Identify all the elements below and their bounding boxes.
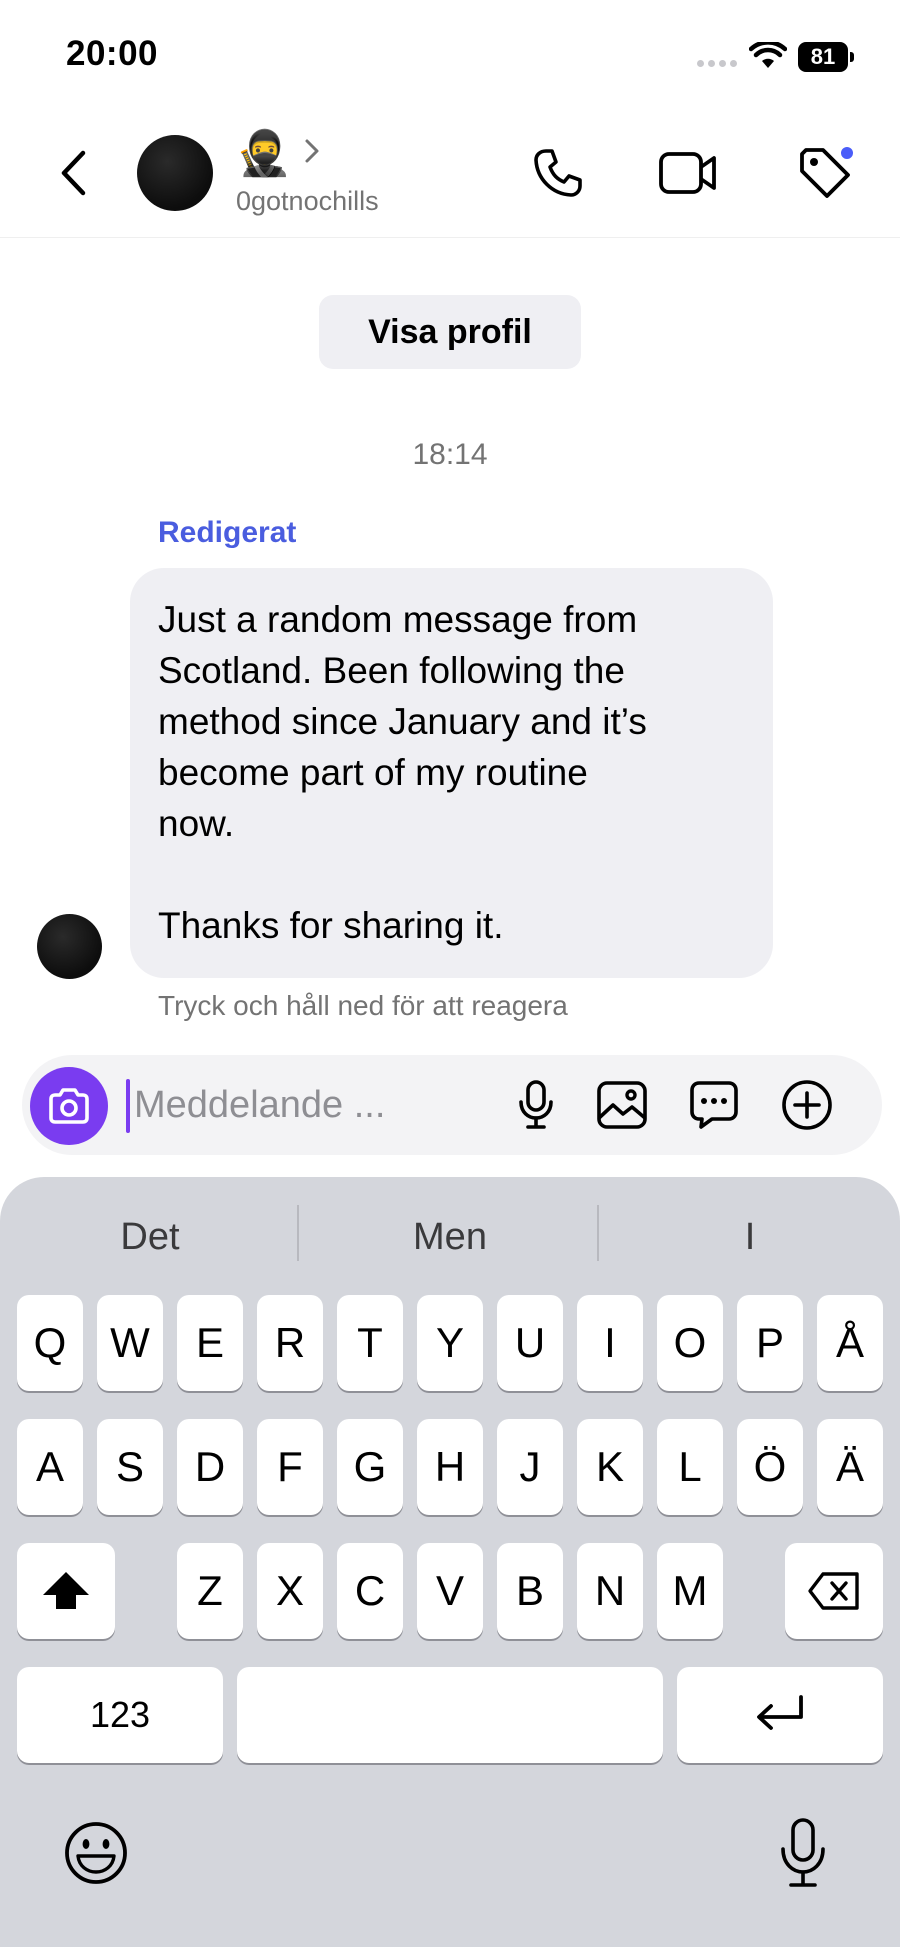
space-key[interactable] xyxy=(237,1667,663,1763)
image-icon xyxy=(597,1081,647,1129)
sticker-button[interactable] xyxy=(686,1077,742,1133)
key-q[interactable]: Q xyxy=(17,1295,83,1391)
key-i[interactable]: I xyxy=(577,1295,643,1391)
status-time: 20:00 xyxy=(66,34,159,73)
key-n[interactable]: N xyxy=(577,1543,643,1639)
microphone-icon xyxy=(519,1080,553,1129)
key-ae[interactable]: Ä xyxy=(817,1419,883,1515)
key-s[interactable]: S xyxy=(97,1419,163,1515)
key-aa[interactable]: Å xyxy=(817,1295,883,1391)
key-y[interactable]: Y xyxy=(417,1295,483,1391)
username-emoji[interactable]: 🥷 xyxy=(236,130,291,178)
key-e[interactable]: E xyxy=(177,1295,243,1391)
backspace-key[interactable] xyxy=(785,1543,883,1639)
return-icon xyxy=(757,1695,803,1730)
suggestion-2[interactable]: Men xyxy=(360,1207,540,1267)
key-v[interactable]: V xyxy=(417,1543,483,1639)
voice-message-button[interactable] xyxy=(508,1077,564,1133)
backspace-icon xyxy=(808,1572,859,1610)
key-m[interactable]: M xyxy=(657,1543,723,1639)
return-key[interactable] xyxy=(677,1667,883,1763)
key-g[interactable]: G xyxy=(337,1419,403,1515)
edited-label[interactable]: Redigerat xyxy=(158,516,296,550)
message-input[interactable] xyxy=(134,1073,434,1137)
sender-avatar[interactable] xyxy=(37,914,102,979)
react-hint: Tryck och håll ned för att reagera xyxy=(158,990,568,1021)
message-text: Just a random message from Scotland. Bee… xyxy=(158,599,647,946)
username[interactable]: 0gotnochills xyxy=(236,186,379,217)
key-t[interactable]: T xyxy=(337,1295,403,1391)
video-camera-icon xyxy=(659,152,716,194)
gallery-button[interactable] xyxy=(594,1077,650,1133)
suggestion-1[interactable]: Det xyxy=(60,1207,240,1267)
text-cursor xyxy=(126,1079,130,1133)
key-l[interactable]: L xyxy=(657,1419,723,1515)
message-composer xyxy=(22,1055,882,1155)
message-timestamp: 18:14 xyxy=(412,438,488,471)
suggestion-3[interactable]: I xyxy=(660,1207,840,1267)
key-w[interactable]: W xyxy=(97,1295,163,1391)
phone-icon xyxy=(534,149,582,197)
camera-icon xyxy=(49,1088,89,1124)
more-options-button[interactable] xyxy=(779,1077,835,1133)
audio-call-button[interactable] xyxy=(528,140,588,206)
chevron-left-icon xyxy=(61,150,86,196)
back-button[interactable] xyxy=(48,138,98,208)
shift-icon xyxy=(43,1572,89,1609)
key-f[interactable]: F xyxy=(257,1419,323,1515)
key-p[interactable]: P xyxy=(737,1295,803,1391)
key-oe[interactable]: Ö xyxy=(737,1419,803,1515)
emoji-key[interactable] xyxy=(60,1817,132,1889)
chevron-right-icon[interactable] xyxy=(302,136,322,166)
chat-header: 🥷 0gotnochills xyxy=(0,110,900,238)
key-b[interactable]: B xyxy=(497,1543,563,1639)
key-x[interactable]: X xyxy=(257,1543,323,1639)
status-bar: 20:00 81 xyxy=(0,0,900,110)
key-z[interactable]: Z xyxy=(177,1543,243,1639)
avatar[interactable] xyxy=(137,135,213,211)
microphone-icon xyxy=(781,1818,825,1887)
emoji-icon xyxy=(65,1822,127,1884)
shift-key[interactable] xyxy=(17,1543,115,1639)
key-h[interactable]: H xyxy=(417,1419,483,1515)
message-bubble[interactable]: Just a random message from Scotland. Bee… xyxy=(130,568,773,978)
chat-bubble-icon xyxy=(690,1081,738,1129)
suggestion-bar: Det Men I xyxy=(0,1177,900,1287)
battery-level: 81 xyxy=(798,42,848,72)
key-j[interactable]: J xyxy=(497,1419,563,1515)
key-d[interactable]: D xyxy=(177,1419,243,1515)
key-k[interactable]: K xyxy=(577,1419,643,1515)
key-o[interactable]: O xyxy=(657,1295,723,1391)
battery-icon: 81 xyxy=(798,42,854,72)
key-u[interactable]: U xyxy=(497,1295,563,1391)
view-profile-button[interactable]: Visa profil xyxy=(319,295,581,369)
plus-circle-icon xyxy=(782,1080,832,1130)
wifi-icon xyxy=(749,42,787,68)
key-a[interactable]: A xyxy=(17,1419,83,1515)
cellular-signal-icon xyxy=(697,60,737,67)
keyboard: Det Men I Q W E R T Y U I O P Å A S D F … xyxy=(0,1177,900,1947)
notification-dot xyxy=(839,145,855,161)
key-r[interactable]: R xyxy=(257,1295,323,1391)
video-call-button[interactable] xyxy=(655,140,721,206)
camera-button[interactable] xyxy=(30,1067,108,1145)
numbers-key[interactable]: 123 xyxy=(17,1667,223,1763)
key-c[interactable]: C xyxy=(337,1543,403,1639)
dictation-key[interactable] xyxy=(770,1813,836,1893)
